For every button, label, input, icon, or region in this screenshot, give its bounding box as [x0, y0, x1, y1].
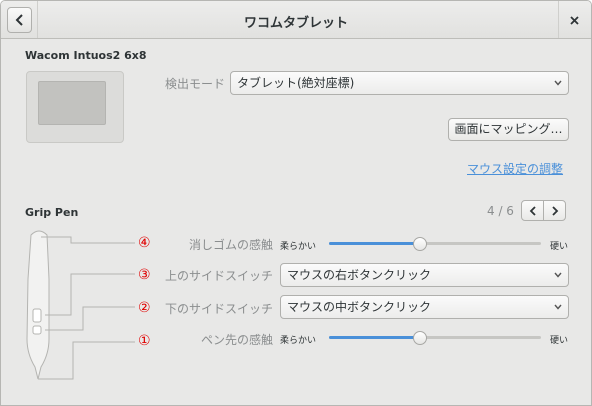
- upper-switch-label: 上のサイドスイッチ: [164, 269, 273, 283]
- header-separator: [558, 1, 559, 38]
- callout-line-2: [45, 306, 135, 331]
- callout-line-1: [38, 341, 135, 380]
- next-stylus-button[interactable]: [543, 200, 566, 221]
- lower-switch-value: マウスの中ボタンクリック: [287, 300, 432, 314]
- slider-fill: [329, 242, 421, 245]
- chevron-down-icon: [554, 80, 562, 86]
- slider-fill: [329, 336, 421, 339]
- header-bar: ワコムタブレット: [1, 1, 591, 39]
- close-button[interactable]: [567, 13, 581, 27]
- soft-label: 柔らかい: [280, 242, 317, 252]
- firm-label: 硬い: [550, 336, 569, 346]
- lower-switch-mark: [32, 325, 42, 335]
- lower-switch-label: 下のサイドスイッチ: [164, 302, 273, 316]
- upper-switch-select[interactable]: マウスの右ボタンクリック: [280, 263, 569, 287]
- soft-label: 柔らかい: [280, 336, 317, 346]
- eraser-feel-label: 消しゴムの感触: [188, 238, 273, 252]
- tip-feel-label: ペン先の感触: [200, 333, 273, 347]
- callout-1: ①: [138, 333, 151, 349]
- callout-line-4: [41, 236, 135, 244]
- mouse-settings-link[interactable]: マウス設定の調整: [467, 160, 563, 177]
- upper-switch-value: マウスの右ボタンクリック: [287, 268, 432, 282]
- stylus-page-indicator: 4 / 6: [487, 204, 514, 218]
- upper-switch-mark: [32, 308, 42, 323]
- callout-4: ④: [138, 235, 151, 251]
- map-to-monitor-button[interactable]: 画面にマッピング…: [448, 118, 569, 141]
- callout-2: ②: [138, 300, 151, 316]
- close-icon: [569, 15, 579, 25]
- callout-line-3: [45, 273, 135, 316]
- settings-window: ワコムタブレット Wacom Intuos2 6x8 検出モード タブレット(絶…: [0, 0, 592, 406]
- lower-switch-select[interactable]: マウスの中ボタンクリック: [280, 295, 569, 319]
- chevron-down-icon: [554, 272, 562, 278]
- callout-3: ③: [138, 267, 151, 283]
- chevron-down-icon: [554, 304, 562, 310]
- previous-stylus-button[interactable]: [521, 200, 544, 221]
- eraser-feel-slider[interactable]: [329, 237, 541, 251]
- stylus-diagram: [26, 230, 135, 380]
- tracking-mode-value: タブレット(絶対座標): [237, 76, 355, 90]
- firm-label: 硬い: [550, 242, 569, 252]
- tracking-mode-select[interactable]: タブレット(絶対座標): [230, 71, 569, 95]
- grip-pen-icon: [26, 230, 50, 380]
- slider-handle[interactable]: [413, 331, 428, 345]
- tracking-mode-label: 検出モード: [164, 77, 225, 91]
- chevron-right-icon: [551, 205, 558, 216]
- slider-handle[interactable]: [413, 237, 428, 251]
- window-title: ワコムタブレット: [243, 16, 348, 31]
- tip-feel-slider[interactable]: [329, 331, 541, 345]
- chevron-left-icon: [529, 205, 536, 216]
- content-area: Wacom Intuos2 6x8 検出モード タブレット(絶対座標) 画面にマ…: [1, 39, 591, 405]
